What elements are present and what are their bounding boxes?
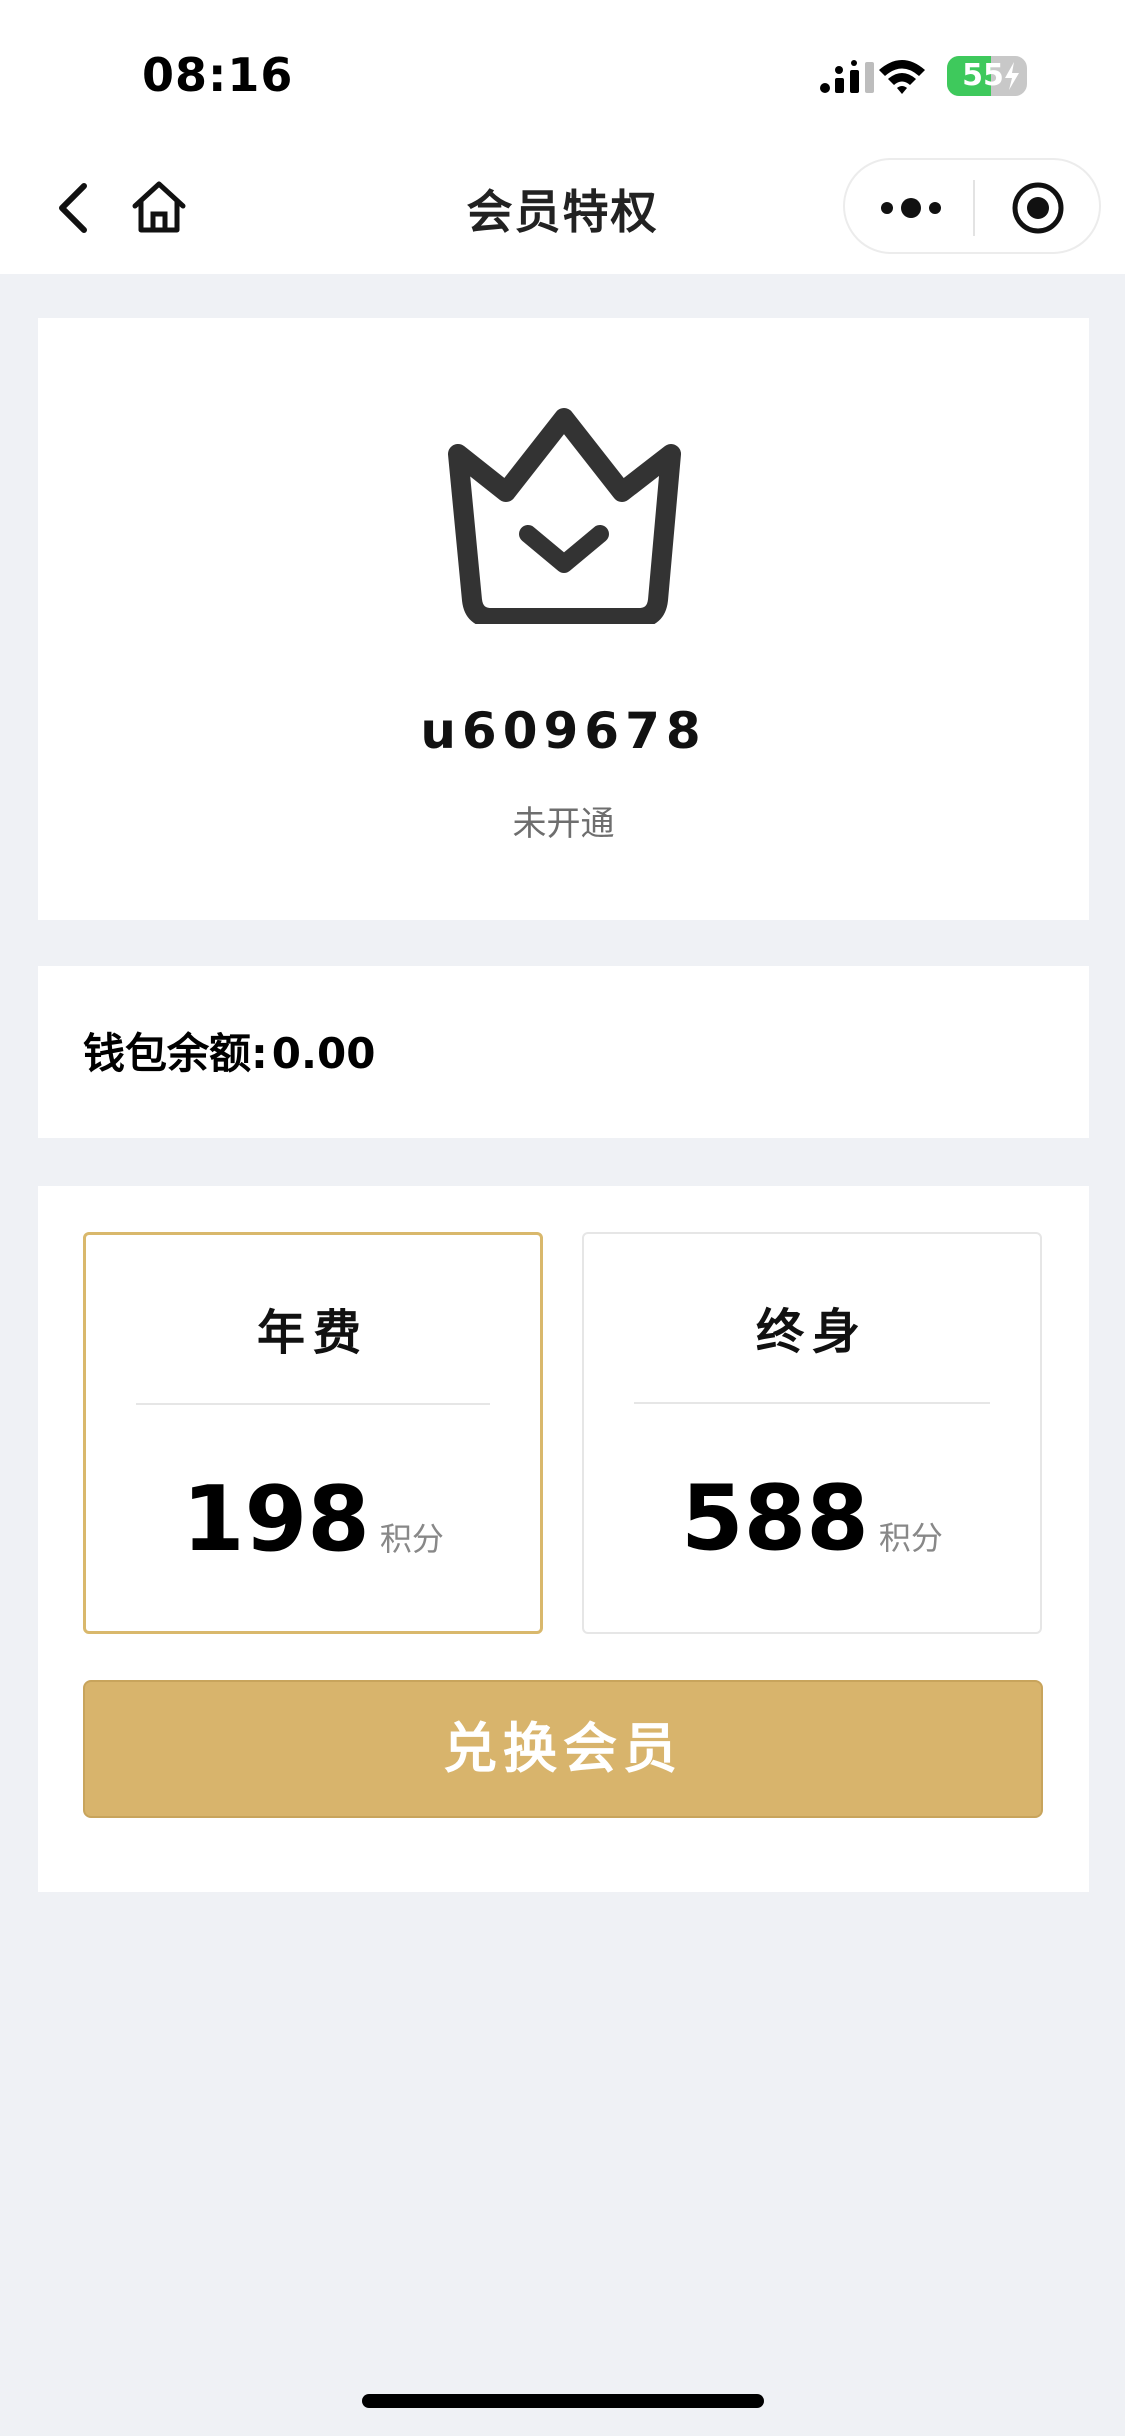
price-unit: 积分 [379, 1520, 444, 1558]
profile-card: u609678 未开通 [38, 318, 1089, 920]
wallet-label: 钱包余额: [83, 1029, 268, 1078]
redeem-membership-button[interactable]: 兑换会员 [83, 1680, 1043, 1818]
status-icons: 55 [807, 56, 1027, 96]
plan-option-lifetime[interactable]: 终身 588 积分 [582, 1232, 1042, 1634]
membership-status: 未开通 [512, 804, 615, 844]
wallet-value: 0.00 [271, 1029, 376, 1078]
price-unit: 积分 [878, 1519, 943, 1557]
capsule-divider [973, 180, 975, 236]
home-indicator[interactable] [362, 2394, 764, 2408]
target-icon[interactable] [1010, 180, 1066, 236]
wallet-balance: 钱包余额:0.00 [83, 1020, 375, 1081]
username: u609678 [420, 702, 707, 760]
nav-bar: 会员特权 [0, 150, 1125, 274]
price-value: 588 [681, 1466, 869, 1571]
plan-price: 198 积分 [86, 1467, 540, 1572]
plan-title: 终身 [755, 1304, 868, 1360]
crown-icon [448, 408, 681, 624]
plan-price: 588 积分 [584, 1466, 1040, 1571]
plan-title: 年费 [256, 1305, 369, 1361]
status-time: 08:16 [142, 48, 294, 102]
status-bar: 08:16 55 [0, 0, 1125, 150]
signal-icon [820, 60, 874, 93]
plan-option-annual[interactable]: 年费 198 积分 [83, 1232, 543, 1634]
more-icon[interactable] [879, 190, 943, 226]
plan-divider [136, 1403, 490, 1405]
wallet-card: 钱包余额:0.00 [38, 966, 1089, 1138]
wifi-icon [879, 60, 925, 94]
plans-card: 年费 198 积分 终身 588 积分 兑换会员 [38, 1186, 1089, 1892]
mini-program-capsule [843, 158, 1101, 254]
battery-icon: 55 [947, 56, 1027, 96]
plan-divider [634, 1402, 990, 1404]
charging-bolt-icon [1005, 62, 1019, 90]
price-value: 198 [182, 1467, 370, 1572]
